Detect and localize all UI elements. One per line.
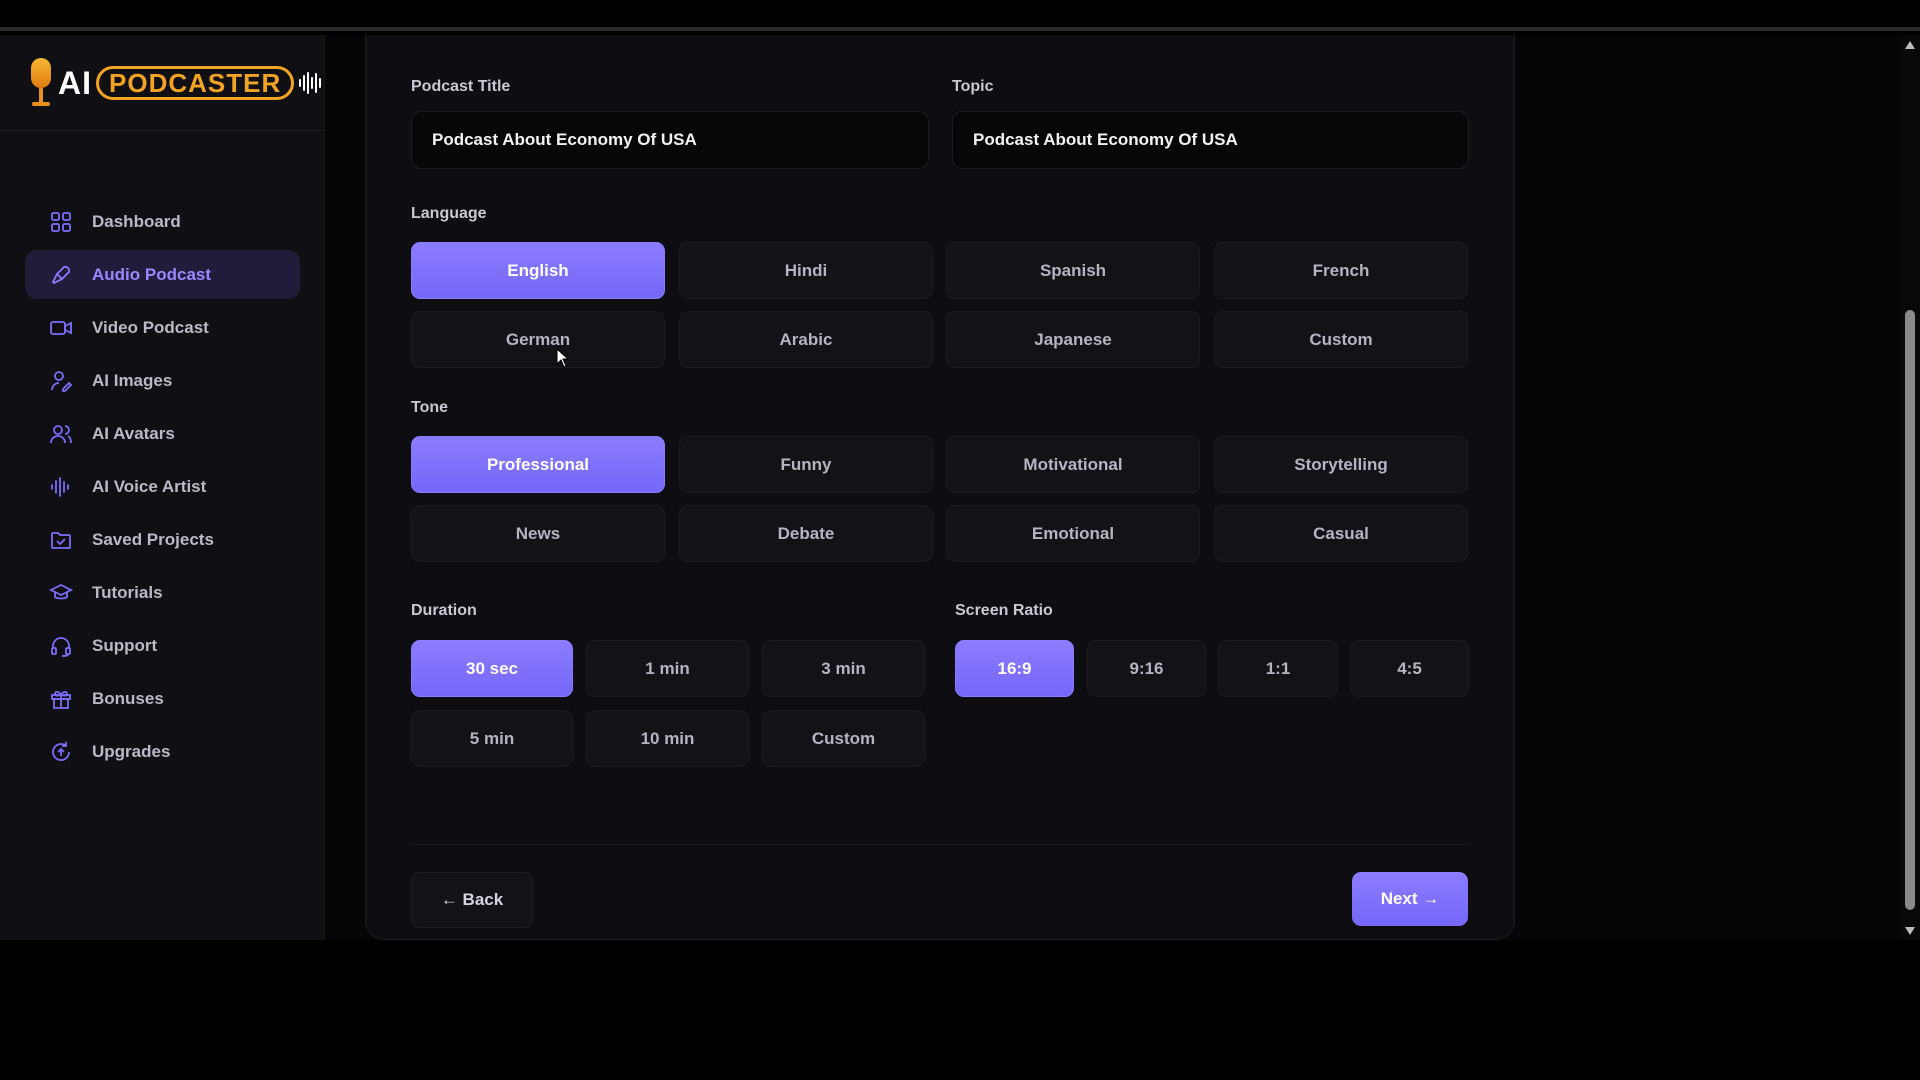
language-option-custom[interactable]: Custom [1214, 311, 1468, 368]
ratio-option-1-1[interactable]: 1:1 [1218, 640, 1338, 697]
microphone-logo-icon [28, 58, 54, 108]
sidebar-item-label: Upgrades [92, 741, 171, 761]
sidebar-item-upgrades[interactable]: Upgrades [25, 727, 300, 776]
duration-option-custom[interactable]: Custom [762, 710, 925, 767]
sidebar-item-label: Saved Projects [92, 529, 214, 549]
language-option-german[interactable]: German [411, 311, 665, 368]
tone-option-professional[interactable]: Professional [411, 436, 665, 493]
waveform-icon [49, 475, 73, 499]
sidebar-item-audio-podcast[interactable]: Audio Podcast [25, 250, 300, 299]
ratio-option-9-16[interactable]: 9:16 [1087, 640, 1206, 697]
sidebar-item-label: Dashboard [92, 211, 181, 231]
language-label: Language [411, 205, 487, 222]
microphone-icon [49, 263, 73, 287]
sidebar-item-label: AI Images [92, 370, 173, 390]
tone-option-news[interactable]: News [411, 505, 665, 562]
ratio-option-16-9[interactable]: 16:9 [955, 640, 1074, 697]
sidebar-item-label: Tutorials [92, 582, 163, 602]
topic-label: Topic [952, 78, 994, 95]
sidebar-item-tutorials[interactable]: Tutorials [25, 568, 300, 617]
podcast-title-label: Podcast Title [411, 78, 511, 95]
sidebar-item-ai-images[interactable]: AI Images [25, 356, 300, 405]
tone-option-debate[interactable]: Debate [679, 505, 933, 562]
screen-ratio-label: Screen Ratio [955, 602, 1053, 619]
sidebar: AI PODCASTER Dashboard Audio Podcast Vid… [0, 35, 325, 940]
sidebar-item-video-podcast[interactable]: Video Podcast [25, 303, 300, 352]
headset-icon [49, 634, 73, 658]
scrollbar-thumb[interactable] [1905, 310, 1915, 910]
form-divider [411, 844, 1468, 845]
sidebar-item-ai-voice-artist[interactable]: AI Voice Artist [25, 462, 300, 511]
sidebar-divider [0, 130, 325, 131]
duration-option-5-min[interactable]: 5 min [411, 710, 573, 767]
topic-input[interactable] [952, 111, 1469, 169]
language-option-french[interactable]: French [1214, 242, 1468, 299]
sidebar-item-label: Audio Podcast [92, 264, 212, 284]
sidebar-item-label: AI Avatars [92, 423, 175, 443]
duration-option-1-min[interactable]: 1 min [586, 640, 749, 697]
language-option-english[interactable]: English [411, 242, 665, 299]
tone-label: Tone [411, 399, 449, 416]
next-button[interactable]: Next → [1352, 872, 1468, 926]
back-button[interactable]: ← Back [411, 872, 533, 928]
logo-name: PODCASTER [96, 66, 295, 100]
folder-check-icon [49, 528, 73, 552]
sidebar-item-support[interactable]: Support [25, 621, 300, 670]
video-camera-icon [49, 316, 73, 340]
browser-top-bar [0, 0, 1920, 31]
scroll-down-arrow-icon[interactable] [1905, 927, 1915, 935]
logo-prefix: AI [58, 64, 92, 101]
sidebar-item-label: AI Voice Artist [92, 476, 207, 496]
sidebar-item-label: Video Podcast [92, 317, 209, 337]
tone-option-motivational[interactable]: Motivational [946, 436, 1200, 493]
image-person-icon [49, 369, 73, 393]
duration-option-30-sec[interactable]: 30 sec [411, 640, 573, 697]
sidebar-item-label: Bonuses [92, 688, 164, 708]
below-window-area [0, 940, 1920, 1080]
language-option-spanish[interactable]: Spanish [946, 242, 1200, 299]
scroll-up-arrow-icon[interactable] [1905, 41, 1915, 49]
page-scrollbar[interactable] [1900, 35, 1920, 940]
upgrade-icon [49, 740, 73, 764]
app-logo[interactable]: AI PODCASTER [28, 57, 322, 109]
gift-icon [49, 687, 73, 711]
duration-label: Duration [411, 602, 477, 619]
podcast-title-input[interactable] [411, 111, 929, 169]
soundwave-logo-icon [299, 68, 322, 98]
sidebar-item-label: Support [92, 635, 158, 655]
sidebar-item-bonuses[interactable]: Bonuses [25, 674, 300, 723]
sidebar-item-ai-avatars[interactable]: AI Avatars [25, 409, 300, 458]
language-option-arabic[interactable]: Arabic [679, 311, 933, 368]
tone-option-storytelling[interactable]: Storytelling [1214, 436, 1468, 493]
sidebar-nav: Dashboard Audio Podcast Video Podcast AI… [25, 197, 300, 780]
sidebar-item-dashboard[interactable]: Dashboard [25, 197, 300, 246]
graduation-cap-icon [49, 581, 73, 605]
tone-option-emotional[interactable]: Emotional [946, 505, 1200, 562]
duration-option-10-min[interactable]: 10 min [586, 710, 749, 767]
language-option-hindi[interactable]: Hindi [679, 242, 933, 299]
users-icon [49, 422, 73, 446]
language-option-japanese[interactable]: Japanese [946, 311, 1200, 368]
ratio-option-4-5[interactable]: 4:5 [1350, 640, 1469, 697]
dashboard-icon [49, 210, 73, 234]
sidebar-item-saved-projects[interactable]: Saved Projects [25, 515, 300, 564]
tone-option-funny[interactable]: Funny [679, 436, 933, 493]
tone-option-casual[interactable]: Casual [1214, 505, 1468, 562]
podcast-settings-card: Podcast Title Topic Language English Hin… [365, 35, 1515, 940]
duration-option-3-min[interactable]: 3 min [762, 640, 925, 697]
app-window: AI PODCASTER Dashboard Audio Podcast Vid… [0, 35, 1900, 940]
